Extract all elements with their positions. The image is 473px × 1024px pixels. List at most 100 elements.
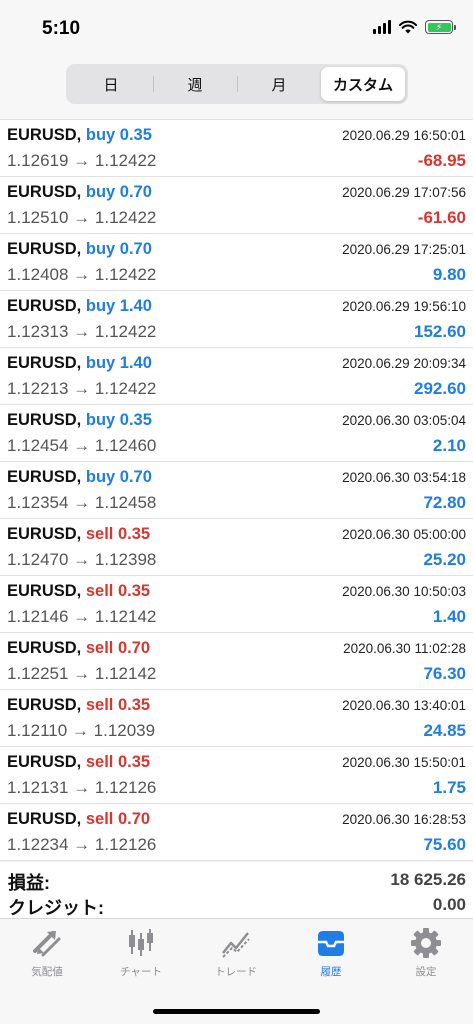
trade-type: sell [85, 639, 114, 657]
trade-title: EURUSD, buy 0.35 [7, 126, 152, 145]
trade-row[interactable]: EURUSD, buy 0.70 2020.06.30 03:54:18 1.123… [0, 462, 473, 519]
trade-time: 2020.06.30 16:28:53 [342, 812, 466, 827]
trade-profit: 1.40 [432, 607, 466, 626]
trade-time: 2020.06.29 19:56:10 [342, 299, 466, 314]
summary-panel: 損益: 18 625.26 クレジット: 0.00 [0, 862, 473, 918]
trade-chart-icon [220, 927, 252, 959]
trade-title: EURUSD, buy 0.35 [7, 411, 152, 430]
period-segmented-control: 日 週 月 カスタム [66, 64, 408, 104]
tab-settings[interactable]: 設定 [379, 927, 473, 983]
tab-quotes[interactable]: 気配値 [0, 927, 94, 983]
trade-prices: 1.12408 → 1.12422 [7, 265, 157, 284]
segment-week[interactable]: 週 [153, 67, 237, 101]
trade-title: EURUSD, buy 0.70 [7, 468, 152, 487]
credit-label: クレジット: [8, 898, 104, 918]
quotes-arrows-icon [31, 927, 63, 959]
tab-settings-label: 設定 [415, 966, 437, 978]
trade-prices: 1.12470 → 1.12398 [7, 550, 157, 569]
battery-icon: ⚡ [425, 20, 456, 34]
trade-row[interactable]: EURUSD, sell 0.70 2020.06.30 11:02:28 1.12… [0, 633, 473, 690]
trade-prices: 1.12510 → 1.12422 [7, 208, 157, 227]
trade-title: EURUSD, buy 0.70 [7, 183, 152, 202]
candlestick-chart-icon [125, 927, 157, 959]
trade-type: buy [85, 183, 116, 201]
trade-volume: 1.40 [119, 354, 152, 372]
segment-day[interactable]: 日 [69, 67, 153, 101]
history-inbox-icon [315, 927, 347, 959]
tab-history-label: 履歴 [320, 966, 342, 978]
trade-volume: 0.35 [117, 582, 151, 600]
trade-type: buy [85, 411, 116, 429]
trade-prices: 1.12213 → 1.12422 [7, 379, 157, 398]
credit-row: クレジット: 0.00 [0, 894, 473, 920]
tab-history[interactable]: 履歴 [284, 927, 378, 983]
trade-symbol: EURUSD, [7, 183, 82, 201]
trade-symbol: EURUSD, [7, 126, 82, 144]
trade-title: EURUSD, buy 0.70 [7, 240, 152, 259]
trade-history-list: EURUSD, buy 0.35 2020.06.29 16:50:01 1.126… [0, 119, 473, 861]
status-bar: 5:10 ⚡ [0, 0, 473, 58]
trade-prices: 1.12454 → 1.12460 [7, 436, 157, 455]
trade-row[interactable]: EURUSD, buy 0.70 2020.06.29 17:25:01 1.124… [0, 234, 473, 291]
trade-title: EURUSD, sell 0.70 [7, 639, 150, 658]
trade-time: 2020.06.30 13:40:01 [342, 698, 466, 713]
trade-volume: 0.70 [119, 183, 152, 201]
cellular-signal-icon [373, 20, 391, 34]
trade-volume: 0.35 [119, 126, 152, 144]
trade-row[interactable]: EURUSD, buy 1.40 2020.06.29 19:56:10 1.123… [0, 291, 473, 348]
trade-profit: 152.60 [414, 322, 466, 341]
trade-title: EURUSD, sell 0.35 [7, 753, 150, 772]
home-indicator[interactable] [153, 1009, 320, 1014]
trade-row[interactable]: EURUSD, buy 0.70 2020.06.29 17:07:56 1.125… [0, 177, 473, 234]
trade-type: sell [85, 525, 114, 543]
trade-symbol: EURUSD, [7, 411, 82, 429]
trade-symbol: EURUSD, [7, 639, 82, 657]
trade-symbol: EURUSD, [7, 468, 82, 486]
trade-row[interactable]: EURUSD, buy 0.35 2020.06.29 16:50:01 1.126… [0, 120, 473, 177]
trade-profit: 75.60 [423, 835, 466, 854]
tab-trade[interactable]: トレード [189, 927, 283, 983]
trade-type: buy [85, 240, 116, 258]
trade-time: 2020.06.30 03:54:18 [342, 470, 466, 485]
tab-chart-label: チャート [120, 966, 162, 978]
trade-title: EURUSD, sell 0.35 [7, 696, 150, 715]
trade-prices: 1.12131 → 1.12126 [7, 778, 157, 797]
trade-profit: 76.30 [423, 664, 466, 683]
trade-row[interactable]: EURUSD, sell 0.70 2020.06.30 16:28:53 1.12… [0, 804, 473, 861]
tab-trade-label: トレード [215, 966, 257, 978]
trade-time: 2020.06.29 17:25:01 [342, 242, 466, 257]
trade-volume: 0.70 [117, 810, 151, 828]
trade-symbol: EURUSD, [7, 240, 82, 258]
profit-label: 損益: [8, 873, 50, 893]
trade-type: sell [85, 810, 114, 828]
trade-row[interactable]: EURUSD, sell 0.35 2020.06.30 13:40:01 1.12… [0, 690, 473, 747]
trade-prices: 1.12354 → 1.12458 [7, 493, 157, 512]
trade-time: 2020.06.29 16:50:01 [342, 128, 466, 143]
trade-row[interactable]: EURUSD, buy 0.35 2020.06.30 03:05:04 1.124… [0, 405, 473, 462]
trade-title: EURUSD, sell 0.35 [7, 582, 150, 601]
trade-time: 2020.06.29 20:09:34 [342, 356, 466, 371]
trade-row[interactable]: EURUSD, buy 1.40 2020.06.29 20:09:34 1.122… [0, 348, 473, 405]
trade-symbol: EURUSD, [7, 810, 82, 828]
tab-chart[interactable]: チャート [94, 927, 188, 983]
segment-month[interactable]: 月 [237, 67, 321, 101]
trade-symbol: EURUSD, [7, 297, 82, 315]
trade-type: sell [85, 753, 114, 771]
status-time: 5:10 [42, 18, 81, 39]
trade-profit: -68.95 [417, 151, 466, 170]
settings-gear-icon [410, 927, 442, 959]
trade-profit: 2.10 [432, 436, 466, 455]
trade-type: buy [85, 126, 116, 144]
trade-time: 2020.06.30 05:00:00 [342, 527, 466, 542]
segment-custom[interactable]: カスタム [321, 67, 405, 101]
trade-row[interactable]: EURUSD, sell 0.35 2020.06.30 05:00:00 1.12… [0, 519, 473, 576]
wifi-icon [399, 20, 417, 34]
trade-symbol: EURUSD, [7, 582, 82, 600]
tab-quotes-label: 気配値 [31, 966, 63, 978]
profit-row: 損益: 18 625.26 [0, 869, 473, 895]
trade-row[interactable]: EURUSD, sell 0.35 2020.06.30 15:50:01 1.12… [0, 747, 473, 804]
trade-row[interactable]: EURUSD, sell 0.35 2020.06.30 10:50:03 1.12… [0, 576, 473, 633]
battery-charging-icon: ⚡ [427, 22, 451, 32]
trade-volume: 0.35 [117, 696, 151, 714]
trade-volume: 0.70 [117, 639, 151, 657]
